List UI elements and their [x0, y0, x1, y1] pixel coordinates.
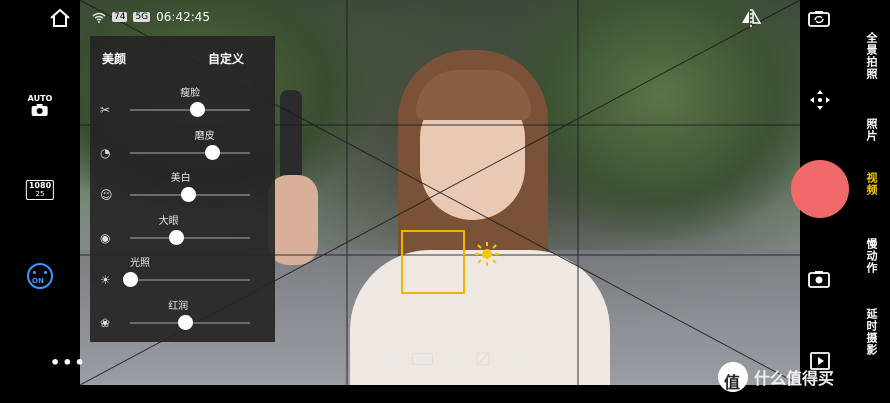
- beauty-slider-row[interactable]: ◔ 磨皮: [90, 125, 275, 167]
- beauty-slider-row[interactable]: ☺ 美白: [90, 167, 275, 209]
- more-options-icon[interactable]: •••: [50, 353, 87, 372]
- mode-tab[interactable]: 慢动作: [863, 238, 879, 274]
- auto-mode-button[interactable]: AUTO: [27, 94, 53, 117]
- exposure-readout: 1/50 ISO 100 +0.3: [375, 352, 529, 366]
- beauty-slider-knob[interactable]: [190, 102, 206, 117]
- beauty-slider-knob[interactable]: [123, 272, 138, 287]
- beauty-slider-row[interactable]: ❀ 红润: [90, 295, 275, 337]
- switch-camera-icon[interactable]: [808, 10, 830, 27]
- watermark-logo-icon: 值: [718, 362, 748, 392]
- beauty-slider-label: 瘦脸: [180, 88, 201, 99]
- shutter-speed-value: 1/50: [375, 352, 402, 366]
- stabilize-icon[interactable]: [810, 90, 830, 110]
- focus-frame[interactable]: [401, 230, 465, 294]
- auto-label: AUTO: [27, 94, 53, 103]
- clock: 06:42:45: [156, 10, 211, 24]
- mode-tab[interactable]: 全景拍照: [863, 32, 879, 80]
- mode-tab[interactable]: 照片: [863, 118, 879, 142]
- beauty-slider-knob[interactable]: [178, 314, 194, 330]
- exposure-sun-icon[interactable]: [475, 242, 499, 266]
- left-toolbar: AUTO 1080 25 ON •••: [0, 0, 85, 403]
- battery-indicator: 74: [112, 12, 128, 22]
- resolution-bottom: 25: [35, 190, 45, 198]
- resolution-top: 1080: [28, 181, 52, 190]
- photo-capture-icon[interactable]: [808, 270, 830, 288]
- lighting-icon: ☀: [100, 273, 111, 287]
- camera-icon: [31, 104, 48, 116]
- mode-tab[interactable]: 延时摄影: [863, 308, 879, 356]
- beauty-slider-track[interactable]: [130, 279, 250, 281]
- beauty-slider-row[interactable]: ✂ 瘦脸: [90, 82, 275, 124]
- rosy-icon: ❀: [100, 315, 111, 330]
- beauty-panel-title: 美颜: [102, 52, 127, 66]
- smooth-skin-icon: ◔: [100, 145, 111, 160]
- status-bar: 74 5G 06:42:45: [92, 10, 210, 24]
- beauty-slider-row[interactable]: ☀ 光照: [90, 252, 275, 294]
- record-button[interactable]: [791, 160, 849, 218]
- beauty-slider-label: 磨皮: [194, 130, 215, 142]
- beauty-slider-knob[interactable]: [180, 187, 196, 202]
- ev-value: +0.3: [500, 352, 530, 366]
- ev-icon: [476, 352, 490, 366]
- watermark: 值 什么值得买: [718, 362, 834, 392]
- beauty-toggle-button[interactable]: ON: [27, 263, 53, 289]
- mirror-flip-icon[interactable]: [740, 9, 762, 27]
- sim-indicator: 5G: [133, 12, 151, 22]
- big-eye-icon: ◉: [100, 230, 111, 245]
- iso-tag: ISO: [411, 353, 434, 365]
- home-icon[interactable]: [49, 8, 71, 28]
- beauty-slider-track[interactable]: [130, 151, 250, 154]
- mode-tab[interactable]: 视频: [863, 172, 879, 196]
- beauty-slider-label: 红润: [168, 300, 189, 312]
- beauty-on-label: ON: [32, 277, 44, 285]
- beauty-panel: 美颜 自定义 ✂ 瘦脸 ◔ 磨皮 ☺ 美白 ◉ 大眼 ☀ 光照 ❀ 红润: [90, 36, 275, 342]
- beauty-slider-label: 大眼: [158, 215, 179, 227]
- watermark-text: 什么值得买: [754, 369, 835, 388]
- beauty-slider-knob[interactable]: [204, 144, 220, 160]
- beauty-slider-track[interactable]: [130, 236, 250, 239]
- face-slim-icon: ✂: [100, 103, 111, 117]
- wifi-icon: [92, 12, 106, 23]
- beauty-slider-knob[interactable]: [168, 229, 184, 245]
- beauty-slider-label: 光照: [130, 258, 150, 269]
- beauty-slider-row[interactable]: ◉ 大眼: [90, 210, 275, 252]
- resolution-button[interactable]: 1080 25: [25, 180, 55, 200]
- beauty-face-icon: ON: [27, 263, 53, 289]
- beauty-slider-label: 美白: [170, 173, 191, 184]
- custom-button[interactable]: 自定义: [208, 50, 244, 67]
- whiten-icon: ☺: [100, 188, 113, 202]
- iso-value: 100: [443, 352, 467, 366]
